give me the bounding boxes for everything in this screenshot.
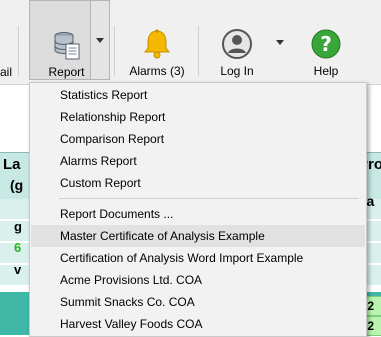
help-icon: ? <box>308 26 344 62</box>
menu-item-master-coa-example[interactable]: Master Certificate of Analysis Example <box>31 225 365 247</box>
toolbar-separator <box>18 26 19 76</box>
menu-item-relationship-report[interactable]: Relationship Report <box>31 106 365 128</box>
login-button[interactable]: Log In <box>208 0 266 84</box>
help-button[interactable]: ? Help <box>300 0 352 84</box>
chevron-down-icon <box>96 37 104 43</box>
grid-cell: 6 <box>14 240 22 255</box>
grid-cell: g <box>14 219 22 234</box>
report-menu: Statistics Report Relationship Report Co… <box>29 82 367 337</box>
menu-item-custom-report[interactable]: Custom Report <box>31 172 365 194</box>
menu-item-coa-word-import-example[interactable]: Certification of Analysis Word Import Ex… <box>31 247 365 269</box>
menu-item-acme-provisions-coa[interactable]: Acme Provisions Ltd. COA <box>31 269 365 291</box>
alarms-button[interactable]: Alarms (3) <box>122 0 192 84</box>
menu-separator <box>59 198 359 199</box>
grid-cell: La <box>3 156 21 173</box>
toolbar-label-cut: ail <box>0 65 13 79</box>
menu-item-alarms-report[interactable]: Alarms Report <box>31 150 365 172</box>
alarms-label: Alarms (3) <box>129 64 185 78</box>
login-dropdown-button[interactable] <box>271 0 289 84</box>
help-label: Help <box>313 64 339 78</box>
toolbar-separator <box>198 26 199 76</box>
grid-cell: (g <box>10 177 24 193</box>
svg-text:?: ? <box>320 32 332 56</box>
chevron-down-icon <box>276 39 284 45</box>
menu-item-report-documents[interactable]: Report Documents ... <box>31 203 365 225</box>
toolbar: ail Report Alarms (3) Log In ? Help <box>0 0 381 85</box>
database-report-icon <box>49 27 85 63</box>
menu-item-summit-snacks-coa[interactable]: Summit Snacks Co. COA <box>31 291 365 313</box>
login-label: Log In <box>220 64 254 78</box>
bell-icon <box>139 26 175 62</box>
menu-item-comparison-report[interactable]: Comparison Report <box>31 128 365 150</box>
report-label: Report <box>48 65 85 79</box>
grid-cell: v <box>14 262 22 277</box>
menu-item-statistics-report[interactable]: Statistics Report <box>31 84 365 106</box>
toolbar-separator <box>114 26 115 76</box>
user-avatar-icon <box>219 26 255 62</box>
menu-item-harvest-valley-coa[interactable]: Harvest Valley Foods COA <box>31 313 365 335</box>
report-dropdown-button[interactable] <box>90 0 110 80</box>
